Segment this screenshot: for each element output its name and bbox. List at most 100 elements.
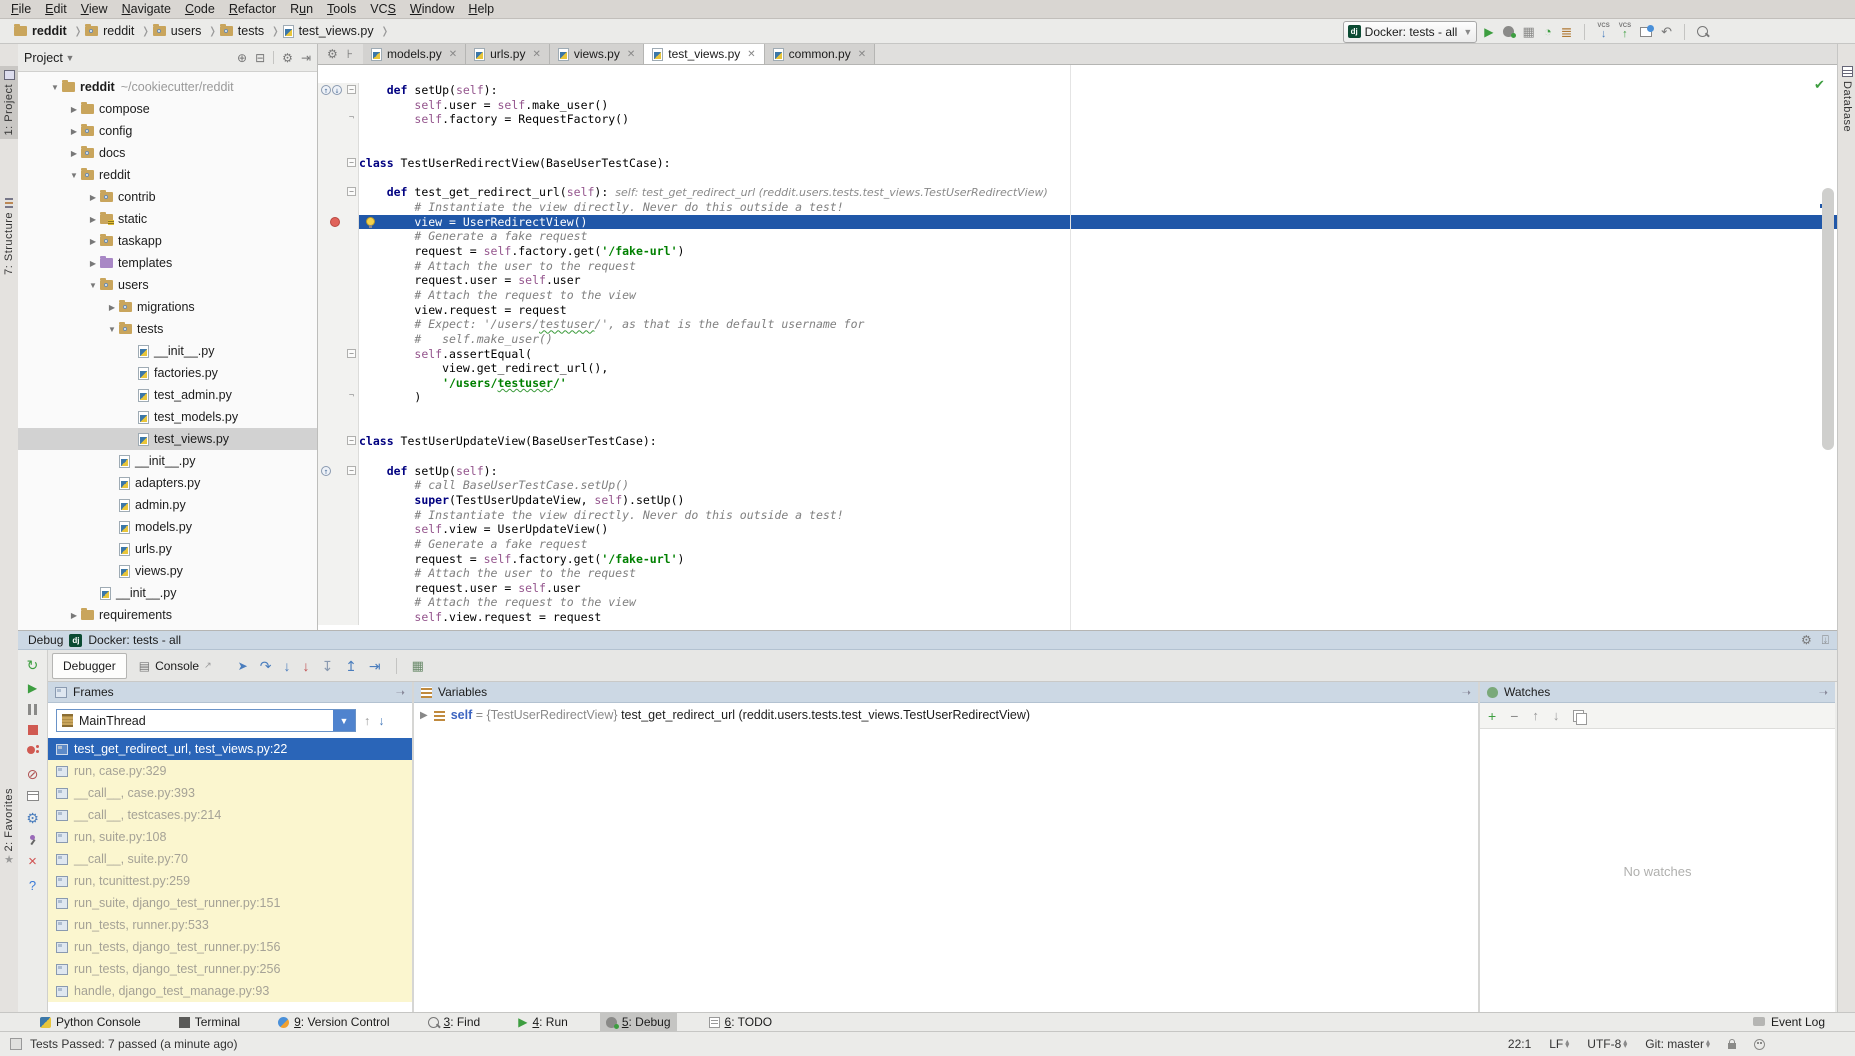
chevron-down-icon[interactable]: ▼ <box>67 171 81 180</box>
breadcrumb-item[interactable]: users <box>153 24 202 38</box>
help-icon[interactable]: ? <box>29 879 36 892</box>
gutter-cell[interactable] <box>318 332 359 347</box>
menu-vcs[interactable]: VCS <box>363 0 403 19</box>
toolwindow-button-5-debug[interactable]: 5: Debug <box>600 1013 677 1032</box>
frame-up-icon[interactable]: ↑ <box>364 714 370 728</box>
inspection-ok-icon[interactable]: ✔ <box>1814 77 1825 93</box>
show-exec-icon[interactable]: ➤ <box>238 660 248 672</box>
menu-window[interactable]: Window <box>403 0 461 19</box>
gutter-cell[interactable]: ⌐ <box>318 390 359 405</box>
code-line[interactable]: request.user = self.user <box>318 273 1837 288</box>
tree-item-users[interactable]: ▼users <box>18 274 317 296</box>
code-line[interactable]: # Instantiate the view directly. Never d… <box>318 200 1837 215</box>
code-line[interactable]: − def test_get_redirect_url(self): self:… <box>318 185 1837 200</box>
debug-tab-debugger[interactable]: Debugger <box>52 653 127 679</box>
panel-options-icon[interactable]: ➝ <box>396 686 405 699</box>
close-icon[interactable]: × <box>28 854 37 869</box>
gear-icon[interactable]: ⚙ <box>1801 633 1812 648</box>
gutter-cell[interactable] <box>318 493 359 508</box>
gutter-cell[interactable] <box>318 405 359 420</box>
vcs-down-icon[interactable]: VCS↓ <box>1597 23 1609 40</box>
code-line[interactable]: − self.assertEqual( <box>318 347 1837 362</box>
tree-item-test-views-py[interactable]: test_views.py <box>18 428 317 450</box>
layout-icon[interactable] <box>27 791 39 801</box>
gutter-cell[interactable] <box>318 303 359 318</box>
tab-urls-py[interactable]: urls.py✕ <box>466 44 550 64</box>
code-line[interactable] <box>318 127 1837 142</box>
code-line[interactable]: # Attach the user to the request <box>318 566 1837 581</box>
tree-item-docs[interactable]: ▶docs <box>18 142 317 164</box>
step-into-icon[interactable]: ↓ <box>283 659 290 673</box>
code-line[interactable]: # self.make_user() <box>318 332 1837 347</box>
code-line[interactable] <box>318 449 1837 464</box>
breadcrumb-item[interactable]: test_views.py <box>283 24 374 38</box>
close-icon[interactable]: ✕ <box>858 49 866 60</box>
menu-edit[interactable]: Edit <box>38 0 74 19</box>
tree-item--init-py[interactable]: __init__.py <box>18 340 317 362</box>
tree-item-models-py[interactable]: models.py <box>18 516 317 538</box>
tab-test_views-py[interactable]: test_views.py✕ <box>644 44 764 64</box>
tree-item-reddit[interactable]: ▼reddit <box>18 164 317 186</box>
gutter-cell[interactable] <box>318 610 359 625</box>
code-line[interactable]: # Expect: '/users/testuser/', as that is… <box>318 317 1837 332</box>
code-line[interactable]: self.user = self.make_user() <box>318 98 1837 113</box>
breadcrumb-item[interactable]: tests <box>220 24 264 38</box>
lens-icon[interactable] <box>428 1017 439 1028</box>
mute-icon[interactable]: ⊘ <box>27 767 39 781</box>
fold-marker-icon[interactable]: − <box>347 436 356 445</box>
rerun-icon[interactable]: ↻ <box>27 658 39 672</box>
fold-marker-icon[interactable]: ⌐ <box>347 392 356 401</box>
minus-icon[interactable]: − <box>1510 709 1518 723</box>
tool-button-project[interactable]: 1: Project <box>0 66 18 139</box>
lock-icon[interactable] <box>1728 1043 1736 1049</box>
tree-item-test-models-py[interactable]: test_models.py <box>18 406 317 428</box>
gutter-cell[interactable] <box>318 420 359 435</box>
breakpoint-icon[interactable] <box>330 217 340 227</box>
frame-row[interactable]: run_tests, runner.py:533 <box>48 914 412 936</box>
frame-down-icon[interactable]: ↓ <box>378 714 384 728</box>
tab-common-py[interactable]: common.py✕ <box>765 44 875 64</box>
chevron-right-icon[interactable]: ▶ <box>86 237 100 246</box>
coverage-icon[interactable]: ▦ <box>1523 25 1535 38</box>
gutter-cell[interactable] <box>318 171 359 186</box>
locate-icon[interactable]: ⊕ <box>237 51 247 65</box>
frame-row[interactable]: __call__, case.py:393 <box>48 782 412 804</box>
tree-item--init-py[interactable]: __init__.py <box>18 582 317 604</box>
code-line[interactable]: # Attach the user to the request <box>318 259 1837 274</box>
current-execution-line[interactable]: view = UserRedirectView() <box>318 215 1837 230</box>
frame-row[interactable]: test_get_redirect_url, test_views.py:22 <box>48 738 412 760</box>
code-line[interactable]: ⌐ self.factory = RequestFactory() <box>318 112 1837 127</box>
chevron-right-icon[interactable]: ▶ <box>105 303 119 312</box>
tree-item-urls-py[interactable]: urls.py <box>18 538 317 560</box>
gutter-cell[interactable] <box>318 288 359 303</box>
run-icon[interactable]: ▶ <box>518 1016 527 1028</box>
copy-icon[interactable] <box>1573 710 1584 722</box>
fold-marker-icon[interactable]: − <box>347 349 356 358</box>
resume-icon[interactable]: ▶ <box>28 682 37 694</box>
code-line[interactable]: super(TestUserUpdateView, self).setUp() <box>318 493 1837 508</box>
code-line[interactable]: self.view = UserUpdateView() <box>318 522 1837 537</box>
code-line[interactable]: view.get_redirect_url(), <box>318 361 1837 376</box>
fold-marker-icon[interactable]: − <box>347 187 356 196</box>
tree-item-config[interactable]: ▶config <box>18 120 317 142</box>
code-line[interactable]: # Attach the request to the view <box>318 288 1837 303</box>
gutter-cell[interactable] <box>318 449 359 464</box>
status-message[interactable]: Tests Passed: 7 passed (a minute ago) <box>30 1037 237 1051</box>
terminal-icon[interactable] <box>179 1017 190 1028</box>
tree-item-test-admin-py[interactable]: test_admin.py <box>18 384 317 406</box>
code-line[interactable]: # Generate a fake request <box>318 537 1837 552</box>
local-history-icon[interactable] <box>1640 27 1652 37</box>
tree-item-templates[interactable]: ▶templates <box>18 252 317 274</box>
menu-view[interactable]: View <box>74 0 115 19</box>
chevron-right-icon[interactable]: ▶ <box>67 105 81 114</box>
search-icon[interactable] <box>1697 26 1708 37</box>
chevron-down-icon[interactable]: ▼ <box>63 53 77 63</box>
run-icon[interactable]: ▶ <box>1484 26 1493 38</box>
force-step-icon[interactable]: ↧ <box>321 659 333 673</box>
frame-row[interactable]: run_tests, django_test_runner.py:156 <box>48 936 412 958</box>
intention-bulb-icon[interactable] <box>366 217 375 226</box>
toolwindow-button-terminal[interactable]: Terminal <box>173 1013 246 1032</box>
gutter-cell[interactable] <box>318 478 359 493</box>
close-icon[interactable]: ✕ <box>532 49 540 60</box>
menu-navigate[interactable]: Navigate <box>115 0 178 19</box>
